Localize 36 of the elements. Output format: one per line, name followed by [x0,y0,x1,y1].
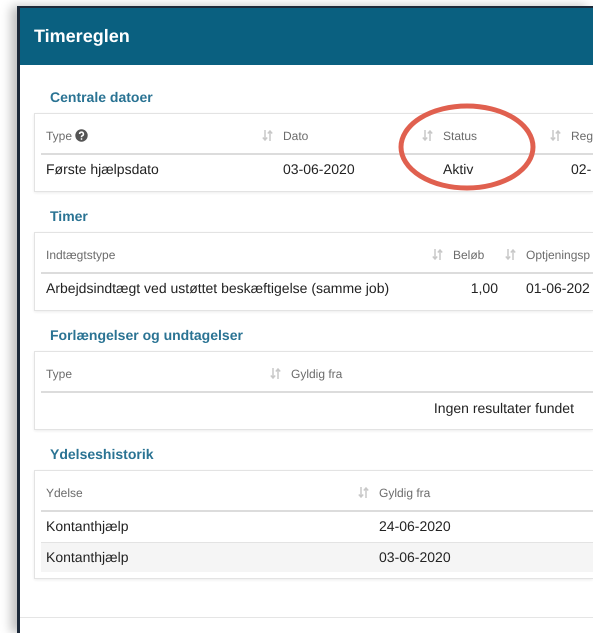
sort-icon[interactable] [432,248,443,261]
table-cell: 03-06-2020 [283,161,355,177]
table-cell: 24-06-2020 [379,518,451,534]
sort-icon[interactable] [505,248,516,261]
empty-message: Ingen resultater fundet [434,398,574,418]
table-cell: 03-06-2020 [379,548,451,564]
column-header[interactable]: Gyldig fra [291,364,342,382]
table-cell: Kontanthjælp [46,548,129,564]
column-header[interactable]: Gyldig fra [379,484,430,502]
table-cell: 01-06-202 [526,280,590,296]
sort-icon[interactable] [358,486,369,499]
table-cell: Arbejdsindtægt ved ustøttet beskæftigelse (samme job) [46,280,390,296]
column-header[interactable]: Indtægtstype [46,246,116,264]
sort-icon[interactable] [422,129,433,142]
table-cell: Aktiv [443,161,474,177]
section-title: Forlængelser og undtagelser [49,326,243,345]
column-header[interactable]: Optjeningsp [526,246,590,264]
dialog-title: Timereglen [34,25,130,48]
column-header[interactable]: Ydelse [46,484,83,502]
column-header[interactable]: Reg [571,126,593,144]
section-title: Timer [49,206,88,226]
table-cell: Første hjælpsdato [46,161,159,177]
sort-icon[interactable] [262,129,273,142]
help-icon[interactable] [75,129,88,142]
table-cell: 02- [571,161,592,177]
table-cell: Kontanthjælp [46,518,129,534]
column-header[interactable]: Type [46,126,72,144]
column-header[interactable]: Type [46,364,72,382]
column-header[interactable]: Beløb [453,246,484,264]
column-header[interactable]: Status [443,126,478,144]
sort-icon[interactable] [550,129,561,142]
table-cell: 1,00 [470,280,498,296]
section-title: Centrale datoer [49,88,153,106]
section-title: Ydelseshistorik [49,444,154,464]
column-header[interactable]: Dato [283,126,308,144]
sort-icon[interactable] [270,367,281,380]
